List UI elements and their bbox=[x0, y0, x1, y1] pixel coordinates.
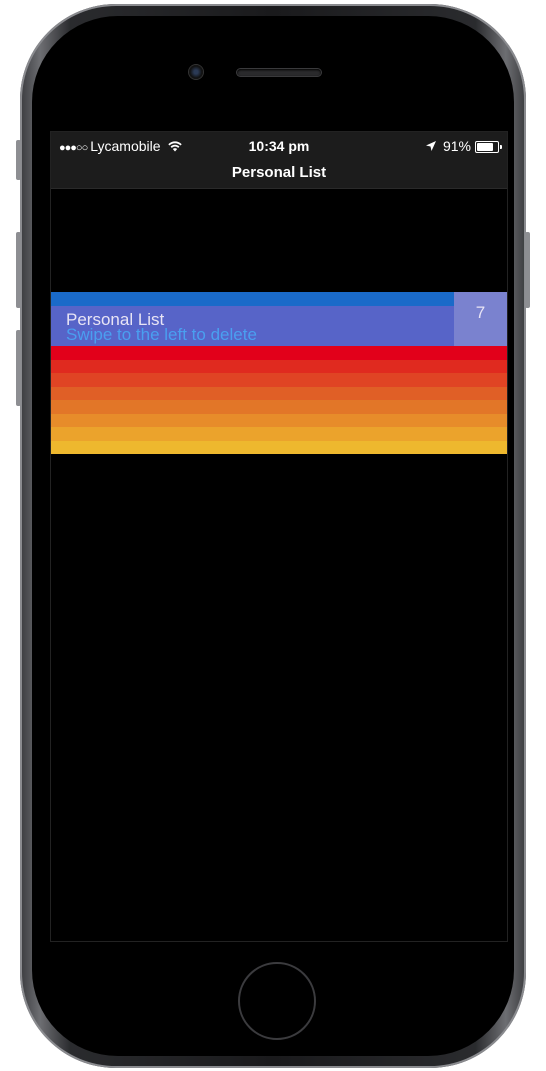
power-button bbox=[525, 232, 530, 308]
mute-switch bbox=[16, 140, 21, 180]
list-item-count-badge: 7 bbox=[454, 292, 507, 346]
color-stripes bbox=[51, 346, 507, 454]
color-stripe bbox=[51, 373, 507, 387]
location-arrow-icon bbox=[425, 140, 439, 154]
color-stripe bbox=[51, 359, 507, 373]
battery-tip bbox=[500, 145, 502, 149]
color-stripe bbox=[51, 386, 507, 400]
page-title: Personal List bbox=[231, 164, 327, 181]
earpiece-speaker bbox=[237, 69, 321, 76]
color-stripe bbox=[51, 400, 507, 414]
battery-icon bbox=[475, 141, 502, 153]
color-stripe bbox=[51, 413, 507, 427]
list-area: Personal List Swipe to the left to delet… bbox=[51, 292, 507, 454]
list-item-top-band bbox=[51, 292, 507, 306]
color-stripe bbox=[51, 440, 507, 454]
screen: ●●●○○ Lycamobile 10:34 pm 91% Personal Li… bbox=[51, 132, 507, 941]
front-camera bbox=[189, 65, 203, 79]
list-item-main[interactable]: Personal List Swipe to the left to delet… bbox=[51, 292, 507, 346]
battery-percent: 91% bbox=[442, 138, 471, 154]
color-stripe bbox=[51, 427, 507, 441]
list-item-hint: Swipe to the left to delete bbox=[66, 325, 257, 344]
volume-up-button bbox=[16, 232, 21, 308]
color-stripe bbox=[51, 346, 507, 360]
home-button[interactable] bbox=[238, 962, 316, 1040]
navigation-bar: Personal List bbox=[51, 160, 507, 189]
list-item[interactable]: Personal List Swipe to the left to delet… bbox=[51, 292, 507, 454]
volume-down-button bbox=[16, 330, 21, 406]
status-bar: ●●●○○ Lycamobile 10:34 pm 91% bbox=[51, 132, 507, 160]
list-item-count: 7 bbox=[475, 303, 486, 322]
battery-fill bbox=[477, 143, 493, 151]
status-right: 91% bbox=[425, 138, 502, 154]
